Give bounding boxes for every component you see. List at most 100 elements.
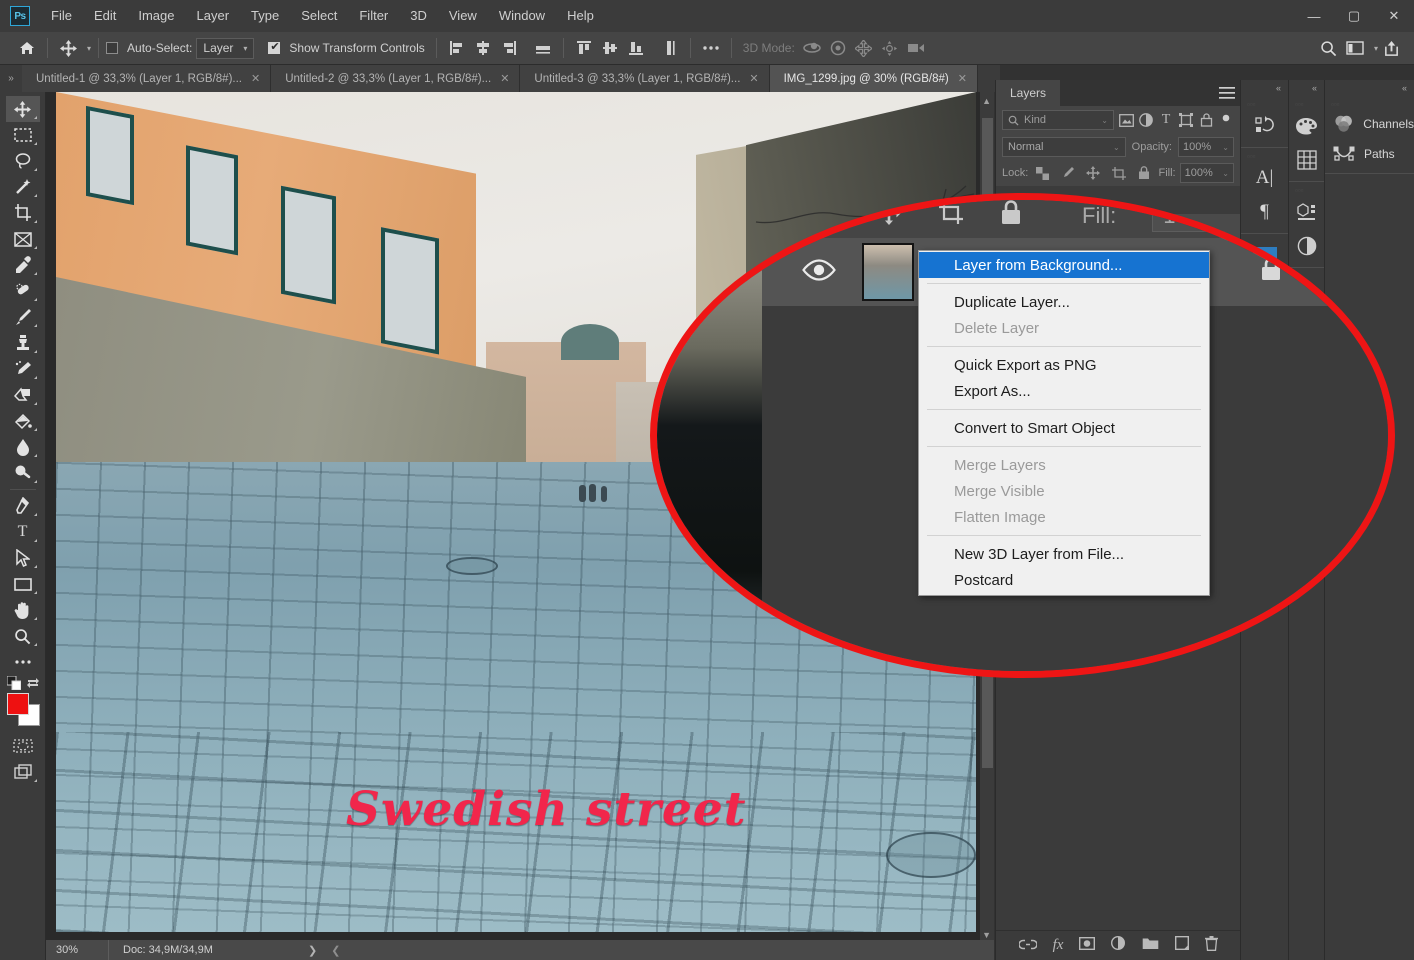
align-left-edges-icon[interactable] [444,36,470,60]
move-tool-icon[interactable] [5,96,40,122]
swap-colors-icon[interactable] [26,676,40,690]
menu-3d[interactable]: 3D [399,0,438,32]
align-vertical-centers-icon[interactable] [597,36,623,60]
tab-untitled-1[interactable]: Untitled-1 @ 33,3% (Layer 1, RGB/8#)... … [22,65,272,92]
scroll-up-icon[interactable]: ▲ [982,96,991,106]
collapse-panels-icon[interactable]: « [1289,80,1324,96]
new-adjustment-layer-icon[interactable] [1111,935,1126,956]
double-chevron-right-icon[interactable]: » [0,65,22,92]
pixel-filter-icon[interactable] [1118,110,1134,130]
link-layers-icon[interactable] [1017,937,1038,955]
lock-all-icon[interactable] [1000,200,1022,231]
share-icon[interactable] [1378,36,1404,60]
menu-layer[interactable]: Layer [186,0,241,32]
pan-3d-icon[interactable] [851,36,877,60]
align-top-edges-icon[interactable] [571,36,597,60]
layer-filter-kind-select[interactable]: Kind ⌄ [1002,110,1114,130]
zoom-3d-camera-icon[interactable] [903,36,929,60]
menu-help[interactable]: Help [556,0,605,32]
layer-style-fx-icon[interactable]: fx [1053,937,1064,954]
blend-mode-select[interactable]: Normal ⌄ [1002,137,1126,157]
panel-menu-icon[interactable] [1214,80,1240,106]
zoom-tool-icon[interactable] [6,623,40,649]
dock-item-paths[interactable]: Paths [1325,139,1414,169]
edit-toolbar-icon[interactable] [6,649,40,675]
menu-item-new-3d-layer-from-file[interactable]: New 3D Layer from File... [919,541,1209,567]
quick-mask-icon[interactable] [6,733,40,759]
menu-item-duplicate-layer[interactable]: Duplicate Layer... [919,289,1209,315]
roll-3d-icon[interactable] [825,36,851,60]
magic-wand-tool-icon[interactable] [6,174,40,200]
menu-item-layer-from-background[interactable]: Layer from Background... [919,252,1209,278]
adjustment-filter-icon[interactable] [1138,110,1154,130]
layer-visibility-eye-icon[interactable] [802,258,836,286]
new-layer-icon[interactable] [1175,936,1190,955]
brush-tool-icon[interactable] [6,304,40,330]
slide-3d-icon[interactable] [877,36,903,60]
orbit-3d-icon[interactable] [799,36,825,60]
tab-img-1299[interactable]: IMG_1299.jpg @ 30% (RGB/8#) ✕ [769,65,978,92]
new-group-icon[interactable] [1142,937,1159,955]
color-icon[interactable] [1289,109,1324,143]
crop-tool-icon[interactable] [6,200,40,226]
delete-layer-icon[interactable] [1205,935,1219,956]
lock-image-pixels-icon[interactable] [814,200,840,231]
menu-file[interactable]: File [40,0,83,32]
close-button[interactable]: ✕ [1374,0,1414,32]
character-icon[interactable]: A| [1241,161,1288,195]
search-icon[interactable] [1316,36,1342,60]
menu-filter[interactable]: Filter [348,0,399,32]
tab-untitled-3[interactable]: Untitled-3 @ 33,3% (Layer 1, RGB/8#)... … [520,65,770,92]
move-tool-icon[interactable] [55,36,81,60]
type-filter-icon[interactable]: T [1158,110,1174,130]
spot-healing-brush-tool-icon[interactable] [6,278,40,304]
zoom-level[interactable]: 30% [46,944,108,956]
menu-image[interactable]: Image [127,0,185,32]
tab-untitled-2[interactable]: Untitled-2 @ 33,3% (Layer 1, RGB/8#)... … [271,65,521,92]
lock-position-icon[interactable] [1083,163,1104,183]
default-colors-icon[interactable] [6,676,21,690]
pen-tool-icon[interactable] [6,493,40,519]
rectangular-marquee-tool-icon[interactable] [6,122,40,148]
close-icon[interactable]: ✕ [749,72,758,85]
collapse-panels-icon[interactable]: « [1325,80,1414,96]
clone-stamp-tool-icon[interactable] [6,330,40,356]
minimize-button[interactable]: — [1294,0,1334,32]
layer-lock-icon[interactable] [1260,257,1282,287]
layer-thumbnail[interactable] [862,243,914,301]
align-bottom-edges-icon[interactable] [623,36,649,60]
tab-layers[interactable]: Layers [996,80,1061,106]
menu-type[interactable]: Type [240,0,290,32]
rectangle-tool-icon[interactable] [6,571,40,597]
menu-item-quick-export-as-png[interactable]: Quick Export as PNG [919,352,1209,378]
menu-view[interactable]: View [438,0,488,32]
distribute-vertical-icon[interactable] [657,36,683,60]
lock-image-pixels-icon[interactable] [1058,163,1079,183]
magnified-fill-value[interactable]: 100% [1152,200,1231,232]
add-layer-mask-icon[interactable] [1079,936,1096,955]
close-icon[interactable]: ✕ [500,72,509,85]
filter-toggle-icon[interactable] [1218,110,1234,130]
status-next-arrow-icon[interactable]: ❯ [308,944,317,957]
maximize-button[interactable]: ▢ [1334,0,1374,32]
auto-select-checkbox[interactable] [106,42,119,54]
history-brush-tool-icon[interactable] [6,356,40,382]
lock-position-icon[interactable] [876,200,902,231]
auto-select-scope-select[interactable]: Layer ▾ [196,37,255,59]
align-right-edges-icon[interactable] [496,36,522,60]
fill-field[interactable]: 100% ⌄ [1179,163,1234,183]
frame-tool-icon[interactable] [6,226,40,252]
type-tool-icon[interactable]: T [6,519,40,545]
menu-select[interactable]: Select [290,0,348,32]
dodge-tool-icon[interactable] [6,460,40,486]
swatches-icon[interactable] [1289,143,1324,177]
lock-artboard-icon[interactable] [1108,163,1129,183]
scroll-down-icon[interactable]: ▼ [982,930,991,940]
distribute-horizontal-icon[interactable] [530,36,556,60]
menu-edit[interactable]: Edit [83,0,127,32]
tool-preset-chevron-icon[interactable]: ▾ [87,44,91,53]
foreground-color-swatch[interactable] [6,693,29,715]
smart-object-filter-icon[interactable] [1198,110,1214,130]
screen-mode-icon[interactable] [6,759,40,785]
history-icon[interactable] [1241,109,1288,143]
